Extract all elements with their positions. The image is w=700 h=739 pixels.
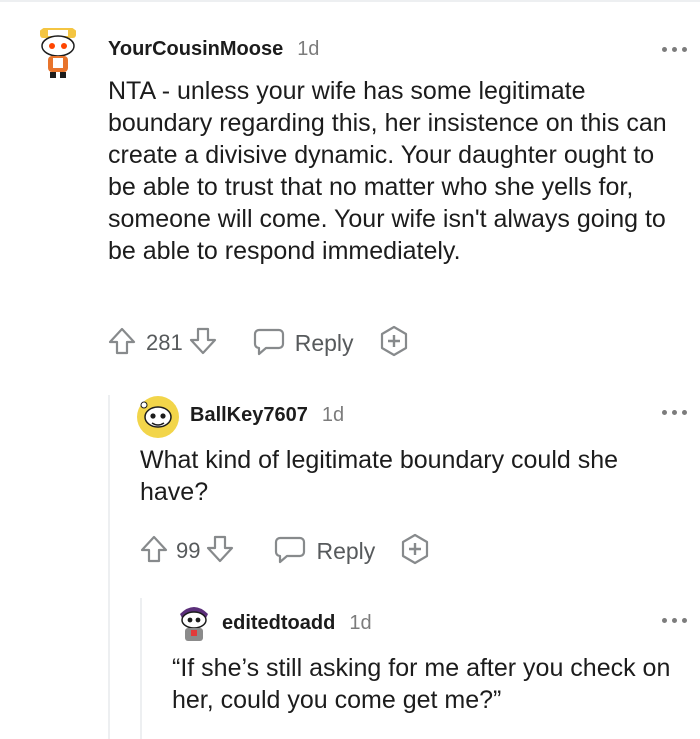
- avatar[interactable]: [172, 600, 216, 644]
- comment-age: 1d: [349, 612, 372, 634]
- comment-editedtoadd: editedtoadd 1d “If she’s still asking for…: [0, 0, 700, 739]
- username-text[interactable]: editedtoadd: [222, 612, 335, 634]
- username[interactable]: editedtoadd 1d: [222, 612, 372, 635]
- comment-body: “If she’s still asking for me after you …: [172, 654, 671, 714]
- snoo-avatar-icon: [172, 600, 216, 644]
- more-options-icon[interactable]: [662, 617, 688, 625]
